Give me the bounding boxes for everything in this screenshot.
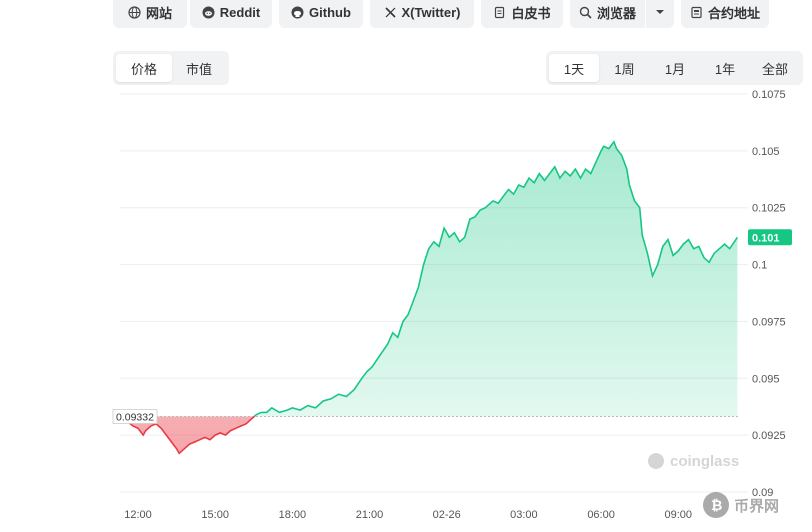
coinglass-watermark: coinglass (648, 453, 739, 470)
y-tick-label: 0.095 (752, 373, 780, 385)
y-tick-label: 0.0925 (752, 430, 786, 442)
baseline-value: 0.09332 (116, 411, 154, 423)
current-price-label: 0.101 (748, 229, 792, 246)
corner-logo-text: 币界网 (734, 497, 779, 515)
x-tick-label: 15:00 (201, 509, 229, 521)
x-tick-label: 09:00 (664, 509, 692, 521)
y-tick-label: 0.1 (752, 260, 767, 272)
x-tick-label: 12:00 (124, 509, 152, 521)
y-tick-label: 0.1025 (752, 203, 786, 215)
price-chart[interactable]: coinglass 0.1075 0.105 0.1025 0.1 0.0975 0.09… (0, 0, 812, 532)
x-tick-label: 21:00 (356, 509, 384, 521)
x-axis: 12:00 15:00 18:00 21:00 02-26 03:00 06:00 09:00 (124, 509, 692, 521)
watermark-text: coinglass (670, 453, 739, 470)
x-tick-label: 06:00 (587, 509, 615, 521)
y-tick-label: 0.0975 (752, 316, 786, 328)
y-tick-label: 0.1075 (752, 89, 786, 101)
x-tick-label: 02-26 (433, 509, 461, 521)
baseline-label: 0.09332 (112, 409, 158, 424)
y-tick-label: 0.105 (752, 146, 780, 158)
area-fill-above (254, 141, 738, 417)
y-axis: 0.10750.1050.10250.10.09750.0950.09250.0… (752, 89, 786, 499)
current-price-value: 0.101 (752, 232, 780, 244)
svg-text:₿: ₿ (711, 497, 722, 513)
x-tick-label: 18:00 (279, 509, 307, 521)
x-tick-label: 03:00 (510, 509, 538, 521)
